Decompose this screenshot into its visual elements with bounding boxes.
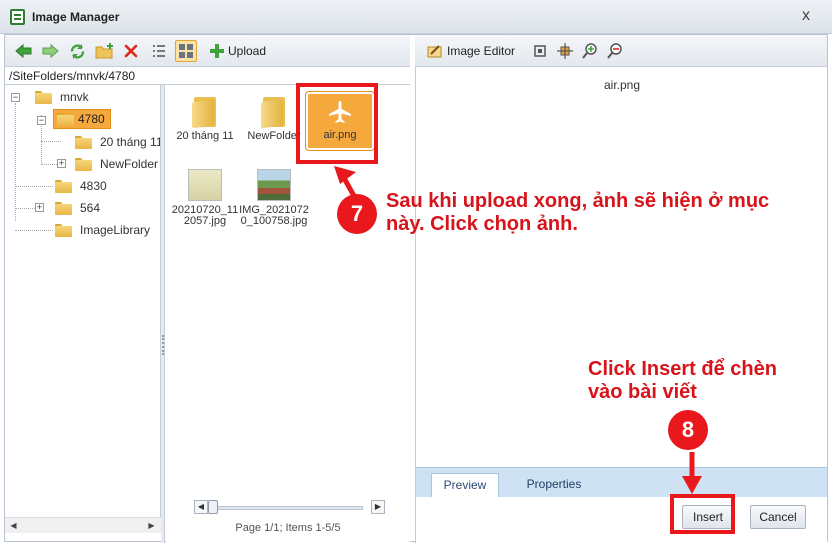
step-8-text: Click Insert để chèn vào bài viết [588,358,777,403]
step-7-badge: 7 [337,194,377,234]
step-8-badge: 8 [668,410,708,450]
step-7-text: Sau khi upload xong, ảnh sẽ hiện ở mục n… [386,190,770,235]
annotation-arrows [334,166,702,494]
